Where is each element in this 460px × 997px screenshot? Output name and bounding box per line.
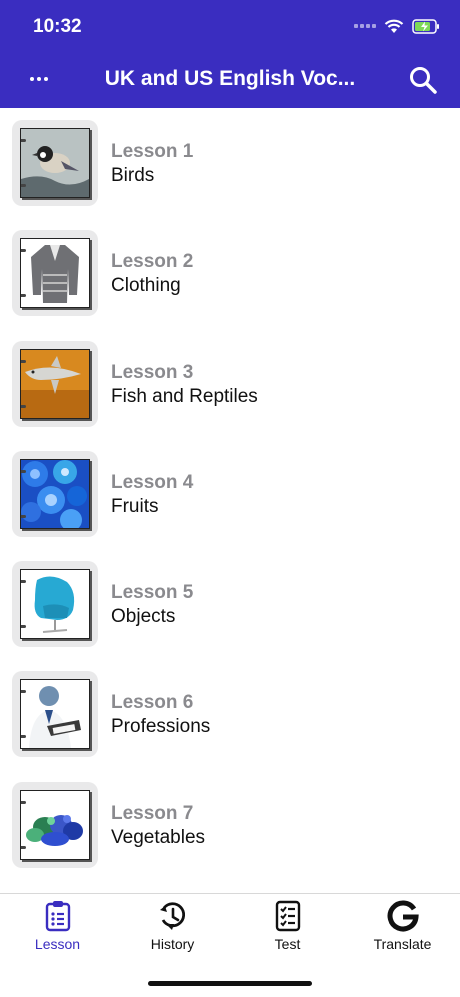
lesson-name: Birds [111, 165, 155, 186]
sweater-image [20, 238, 90, 309]
lesson-number: Lesson 7 [111, 802, 194, 824]
battery-charging-icon [412, 18, 439, 34]
tab-lesson[interactable]: Lesson [0, 900, 115, 952]
lesson-thumbnail [12, 340, 98, 427]
vegetables-image [20, 789, 90, 860]
egg-chair-image [20, 569, 90, 640]
lesson-list: Lesson 1 Birds Lesson 2 Clothing Lesson … [0, 108, 460, 880]
test-checklist-icon [275, 900, 300, 932]
lesson-number: Lesson 5 [111, 582, 194, 604]
lesson-number: Lesson 2 [111, 251, 194, 273]
lesson-thumbnail [12, 781, 98, 868]
tab-translate[interactable]: Translate [345, 900, 460, 952]
fruits-image [20, 458, 90, 529]
tab-label: Translate [373, 936, 432, 952]
lesson-name: Fish and Reptiles [111, 385, 258, 407]
lesson-row-fish-and-reptiles[interactable]: Lesson 3 Fish and Reptiles [0, 329, 460, 439]
home-indicator [148, 981, 312, 986]
lesson-row-professions[interactable]: Lesson 6 Professions [0, 659, 460, 769]
tab-test[interactable]: Test [230, 900, 345, 952]
more-menu-button[interactable] [24, 64, 54, 94]
history-icon [159, 902, 185, 930]
lesson-row-objects[interactable]: Lesson 5 Objects [0, 549, 460, 659]
lesson-row-birds[interactable]: Lesson 1 Birds [0, 108, 460, 218]
lesson-thumbnail [12, 450, 98, 537]
lesson-thumbnail [12, 561, 98, 648]
lesson-row-vegetables[interactable]: Lesson 7 Vegetables [0, 770, 460, 880]
search-icon[interactable] [408, 65, 438, 95]
tab-label: Lesson [34, 936, 81, 952]
lesson-list-icon [45, 901, 70, 932]
lesson-number: Lesson 1 [111, 141, 194, 162]
wifi-icon [384, 19, 404, 33]
lesson-thumbnail [12, 120, 98, 206]
lesson-name: Objects [111, 606, 176, 628]
lesson-thumbnail [12, 671, 98, 758]
shark-image [20, 348, 90, 419]
app-header: 10:32 UK and US English Voc... [0, 0, 460, 108]
lesson-row-fruits[interactable]: Lesson 4 Fruits [0, 439, 460, 549]
tab-label: History [150, 936, 195, 952]
lesson-name: Clothing [111, 275, 181, 297]
status-icons [354, 18, 440, 34]
lesson-number: Lesson 4 [111, 471, 194, 493]
page-title: UK and US English Voc... [104, 67, 356, 90]
lesson-name: Vegetables [111, 826, 206, 848]
lesson-number: Lesson 6 [111, 692, 194, 714]
lesson-row-clothing[interactable]: Lesson 2 Clothing [0, 218, 460, 328]
cellular-signal-icon [354, 24, 376, 28]
bird-image [20, 128, 90, 198]
doctor-image [20, 679, 90, 750]
google-translate-icon [387, 900, 419, 932]
lesson-number: Lesson 3 [111, 361, 194, 383]
lesson-thumbnail [12, 230, 98, 317]
lesson-name: Professions [111, 716, 211, 738]
lesson-name: Fruits [111, 495, 159, 517]
tab-history[interactable]: History [115, 900, 230, 952]
status-time: 10:32 [33, 16, 82, 37]
tab-label: Test [274, 936, 301, 952]
